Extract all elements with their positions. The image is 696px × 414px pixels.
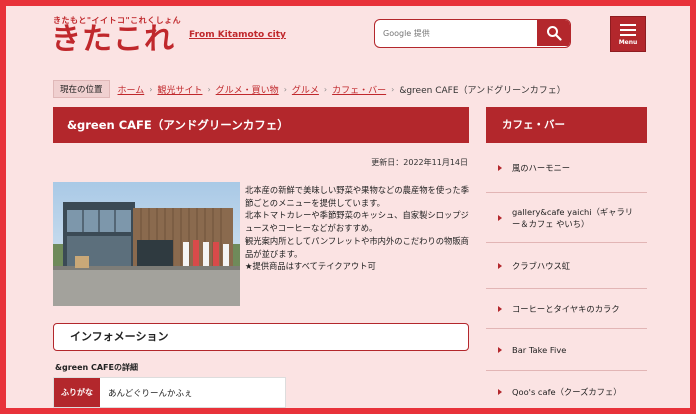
sidebar-item-karaku[interactable]: コーヒーとタイヤキのカラク bbox=[486, 289, 647, 329]
breadcrumb-link-cafe-bar[interactable]: カフェ・バー bbox=[332, 83, 386, 96]
detail-table: ふりがな あんどぐりーんかふぇ bbox=[53, 377, 286, 408]
menu-label: Menu bbox=[618, 39, 638, 46]
sidebar-list: 風のハーモニー gallery&cafe yaichi（ギャラリー＆カフェ やい… bbox=[486, 143, 647, 408]
tagline-link[interactable]: From Kitamoto city bbox=[189, 30, 286, 40]
hamburger-icon-bar bbox=[620, 28, 636, 31]
search-box bbox=[374, 19, 571, 48]
sidebar-item-label: Bar Take Five bbox=[512, 344, 567, 355]
sidebar-item-label: コーヒーとタイヤキのカラク bbox=[512, 303, 620, 314]
breadcrumb: 現在の位置 ホーム › 観光サイト › グルメ・買い物 › グルメ › カフェ・… bbox=[53, 80, 566, 98]
sidebar-item-label: クラブハウス虹 bbox=[512, 260, 571, 271]
page-frame: きたもと"イイトコ"これくしょん きたこれ From Kitamoto city… bbox=[6, 6, 690, 408]
description-line: ★提供商品はすべてテイクアウト可 bbox=[245, 261, 376, 272]
furigana-label: ふりがな bbox=[54, 378, 100, 407]
description-line: 北本トマトカレーや季節野菜のキッシュ、自家製シロップジュースやコーヒーなどがおす… bbox=[245, 210, 469, 234]
breadcrumb-separator: › bbox=[323, 84, 328, 94]
sidebar-item-qoos-cafe[interactable]: Qoo's cafe（クーズカフェ） bbox=[486, 371, 647, 408]
search-button[interactable] bbox=[537, 20, 570, 46]
hamburger-icon bbox=[620, 23, 636, 26]
breadcrumb-link-gourmet-shopping[interactable]: グルメ・買い物 bbox=[216, 83, 279, 96]
breadcrumb-separator: › bbox=[207, 84, 211, 94]
page-title: &green CAFE（アンドグリーンカフェ） bbox=[53, 107, 469, 143]
search-icon bbox=[546, 26, 562, 41]
breadcrumb-separator: › bbox=[391, 84, 395, 94]
furigana-value: あんどぐりーんかふぇ bbox=[100, 378, 285, 407]
description-line: 観光案内所としてパンフレットや市内外のこだわりの物販商品が並びます。 bbox=[245, 235, 469, 259]
breadcrumb-current: &green CAFE（アンドグリーンカフェ） bbox=[399, 85, 566, 96]
triangle-right-icon bbox=[498, 346, 502, 353]
breadcrumb-separator: › bbox=[283, 84, 287, 94]
cafe-building-image bbox=[53, 182, 240, 306]
sidebar-item-label: gallery&cafe yaichi（ギャラリー＆カフェ やいち） bbox=[512, 206, 634, 229]
sidebar-item-label: 風のハーモニー bbox=[512, 162, 571, 173]
breadcrumb-link-gourmet[interactable]: グルメ bbox=[292, 83, 319, 96]
sidebar-title: カフェ・バー bbox=[486, 107, 647, 143]
search-input[interactable] bbox=[375, 20, 537, 46]
detail-label: &green CAFEの詳細 bbox=[55, 363, 138, 372]
breadcrumb-here-label: 現在の位置 bbox=[53, 80, 110, 98]
hamburger-icon-bar bbox=[620, 33, 636, 36]
info-heading: インフォメーション bbox=[53, 323, 469, 351]
triangle-right-icon bbox=[498, 305, 502, 312]
menu-button[interactable]: Menu bbox=[610, 16, 646, 52]
sidebar-item-clubhouse-niji[interactable]: クラブハウス虹 bbox=[486, 243, 647, 289]
description: 北本産の新鮮で美味しい野菜や果物などの農産物を使った季節ごとのメニューを提供して… bbox=[245, 184, 471, 273]
updated-date: 更新日：2022年11月14日 bbox=[371, 158, 468, 167]
cafe-photo bbox=[53, 182, 240, 306]
breadcrumb-link-home[interactable]: ホーム bbox=[118, 83, 145, 96]
breadcrumb-separator: › bbox=[149, 84, 153, 94]
site-logo[interactable]: きたこれ bbox=[51, 22, 175, 58]
triangle-right-icon bbox=[498, 262, 502, 269]
sidebar-item-gallery-cafe-yaichi[interactable]: gallery&cafe yaichi（ギャラリー＆カフェ やいち） bbox=[486, 193, 647, 243]
sidebar-item-label: Qoo's cafe（クーズカフェ） bbox=[512, 386, 622, 397]
description-line: 北本産の新鮮で美味しい野菜や果物などの農産物を使った季節ごとのメニューを提供して… bbox=[245, 185, 470, 208]
triangle-right-icon bbox=[498, 164, 502, 171]
sidebar-item-bar-take-five[interactable]: Bar Take Five bbox=[486, 329, 647, 371]
triangle-right-icon bbox=[498, 388, 502, 395]
breadcrumb-link-tourism[interactable]: 観光サイト bbox=[157, 83, 202, 96]
triangle-right-icon bbox=[498, 214, 502, 221]
sidebar-item-kaze-no-harmony[interactable]: 風のハーモニー bbox=[486, 143, 647, 193]
